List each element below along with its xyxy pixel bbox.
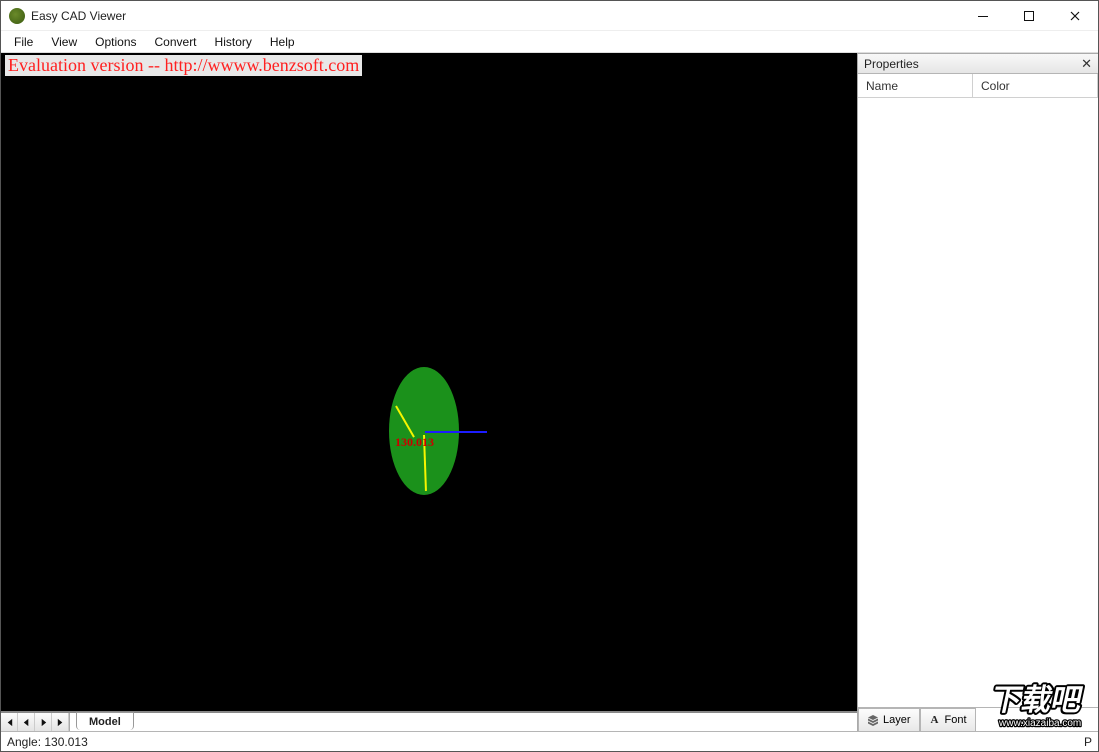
menu-help[interactable]: Help: [261, 33, 304, 51]
tab-nav-prev[interactable]: [18, 713, 35, 731]
drawing-canvas[interactable]: Evaluation version -- http://wwww.benzso…: [1, 53, 857, 711]
maximize-button[interactable]: [1006, 1, 1052, 30]
tab-nav-buttons: [1, 713, 70, 731]
menu-history[interactable]: History: [206, 33, 261, 51]
app-icon: [9, 8, 25, 24]
properties-tab-layer-label: Layer: [883, 714, 911, 726]
properties-col-name[interactable]: Name: [858, 74, 973, 97]
title-bar: Easy CAD Viewer: [1, 1, 1098, 31]
properties-tab-font[interactable]: A Font: [920, 708, 976, 731]
minimize-button[interactable]: [960, 1, 1006, 30]
properties-col-color[interactable]: Color: [973, 74, 1098, 97]
properties-tab-layer[interactable]: Layer: [858, 708, 920, 731]
status-bar: Angle: 130.013 P: [1, 731, 1098, 751]
tab-nav-first[interactable]: [1, 713, 18, 731]
menu-file[interactable]: File: [5, 33, 42, 51]
menu-bar: File View Options Convert History Help: [1, 31, 1098, 53]
evaluation-banner: Evaluation version -- http://wwww.benzso…: [5, 55, 362, 76]
window-title: Easy CAD Viewer: [31, 9, 960, 23]
tab-nav-last[interactable]: [52, 713, 69, 731]
app-window: Easy CAD Viewer File View Options Conver…: [0, 0, 1099, 752]
status-right: P: [1084, 735, 1092, 749]
tab-model[interactable]: Model: [76, 712, 134, 730]
tab-nav-next[interactable]: [35, 713, 52, 731]
properties-title: Properties: [864, 57, 1081, 71]
window-controls: [960, 1, 1098, 30]
menu-view[interactable]: View: [42, 33, 86, 51]
cad-angle-value: 130.013: [395, 435, 434, 450]
main-area: Evaluation version -- http://wwww.benzso…: [1, 53, 1098, 731]
font-icon: A: [929, 714, 941, 726]
menu-convert[interactable]: Convert: [146, 33, 206, 51]
cad-axis-line: [425, 431, 487, 433]
properties-body: [858, 98, 1098, 707]
properties-panel: Properties ✕ Name Color Layer A Font: [858, 53, 1098, 731]
status-angle: Angle: 130.013: [7, 735, 1084, 749]
properties-close-icon[interactable]: ✕: [1081, 56, 1092, 72]
close-button[interactable]: [1052, 1, 1098, 30]
properties-bottom-tabs: Layer A Font: [858, 707, 1098, 731]
properties-tab-font-label: Font: [945, 714, 967, 726]
properties-columns: Name Color: [858, 74, 1098, 98]
layout-tab-strip: Model: [1, 711, 857, 731]
properties-header: Properties ✕: [858, 54, 1098, 74]
canvas-pane: Evaluation version -- http://wwww.benzso…: [1, 53, 858, 731]
menu-options[interactable]: Options: [86, 33, 145, 51]
layers-icon: [867, 714, 879, 726]
